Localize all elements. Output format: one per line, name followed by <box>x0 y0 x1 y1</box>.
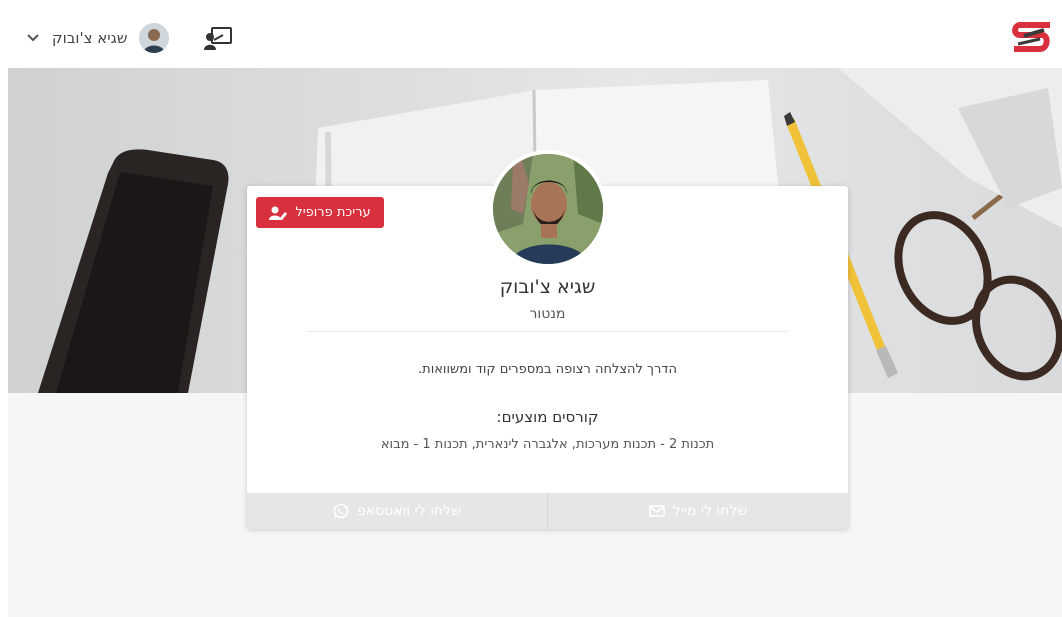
user-name[interactable]: שגיא צ'ובוק <box>52 29 127 47</box>
top-bar: שגיא צ'ובוק <box>0 0 1062 68</box>
profile-avatar-frame <box>489 150 607 268</box>
email-button[interactable]: שלחו לי מייל <box>548 493 848 529</box>
envelope-icon <box>648 503 665 519</box>
chevron-down-icon[interactable] <box>26 31 40 45</box>
user-avatar[interactable] <box>139 23 170 53</box>
courses-list: תכנות 2 - תכנות מערכות, אלגברה לינארית, … <box>380 437 715 452</box>
whatsapp-button[interactable]: שלחו לי וואטסאפ <box>247 493 548 529</box>
user-menu[interactable]: שגיא צ'ובוק <box>26 23 170 53</box>
profile-bio: הדרך להצלחה רצופה במספרים קוד ומשוואות. <box>418 362 677 377</box>
whatsapp-icon <box>333 503 349 519</box>
whatsapp-label: שלחו לי וואטסאפ <box>356 503 462 519</box>
profile-page: שגיא צ'ובוק עריכת פרופיל שגיא צ'ובוק מנט… <box>0 0 1062 617</box>
presentation-board-icon[interactable] <box>203 26 233 52</box>
profile-name: שגיא צ'ובוק <box>499 276 596 298</box>
profile-avatar <box>493 154 603 264</box>
email-label: שלחו לי מייל <box>672 503 748 519</box>
courses-title: קורסים מוצעים: <box>496 408 599 426</box>
brand-logo[interactable] <box>1010 22 1054 52</box>
contact-actions: שלחו לי וואטסאפ שלחו לי מייל <box>247 493 848 529</box>
divider <box>307 331 787 332</box>
user-edit-icon <box>269 206 288 220</box>
profile-card: עריכת פרופיל שגיא צ'ובוק מנטור הדרך להצל… <box>247 150 848 529</box>
edit-profile-label: עריכת פרופיל <box>295 205 371 220</box>
profile-role: מנטור <box>529 306 566 322</box>
edit-profile-button[interactable]: עריכת פרופיל <box>256 197 384 228</box>
